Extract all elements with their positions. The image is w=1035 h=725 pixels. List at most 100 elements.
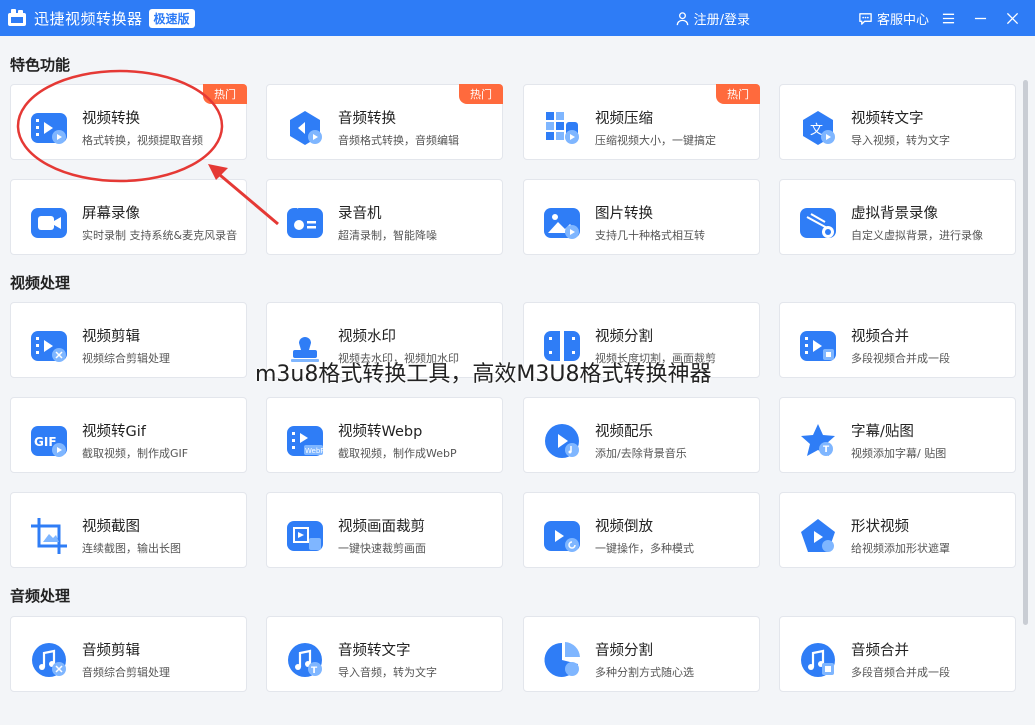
feature-card[interactable]: 音频分割多种分割方式随心选 [523,616,760,692]
feature-card-desc: 一键快速裁剪画面 [338,542,426,555]
feature-card[interactable]: 音频合并多段音频合并成一段 [779,616,1016,692]
feature-card-name: 音频合并 [851,643,909,659]
feature-card-name: 视频转Webp [338,424,423,440]
feature-card[interactable]: 文 视频转文字导入视频，转为文字 [779,84,1016,160]
recorder-icon [285,203,325,243]
feature-card-name: 录音机 [338,206,382,222]
hamburger-icon [942,13,954,23]
feature-card-name: 图片转换 [595,206,653,222]
feature-card[interactable]: GIF 视频转Gif 截取视频，制作成GIF [10,397,247,473]
hot-badge: 热门 [203,84,247,104]
feature-card[interactable]: 音频剪辑 音频综合剪辑处理 [10,616,247,692]
feature-card[interactable]: T 音频转文字导入音频，转为文字 [266,616,503,692]
feature-card[interactable]: 音频转换 音频格式转换，音频编辑 热门 [266,84,503,160]
close-button[interactable] [1001,7,1023,29]
image-convert-icon [542,203,582,243]
feature-card-name: 视频截图 [82,519,140,535]
feature-card-name: 视频转Gif [82,424,146,440]
video-merge-icon [798,326,838,366]
close-icon [1006,12,1018,24]
section-title-audio: 音频处理 [10,587,71,605]
feature-card-desc: 截取视频，制作成GIF [82,447,189,460]
chat-icon [859,12,872,25]
feature-card-name: 屏幕录像 [82,206,140,222]
feature-card[interactable]: 视频画面裁剪 一键快速裁剪画面 [266,492,503,568]
feature-card[interactable]: 视频倒放一键操作，多种模式 [523,492,760,568]
login-button[interactable]: 注册/登录 [675,9,750,28]
feature-card[interactable]: T 字幕/贴图 视频添加字幕/ 贴图 [779,397,1016,473]
audio-edit-icon [29,640,69,680]
feature-card-name: 视频剪辑 [82,329,140,345]
app-title: 迅捷视频转换器 [34,9,143,28]
feature-card[interactable]: 视频转换格式转换，视频提取音频 热门 [10,84,247,160]
video-compress-icon [542,108,582,148]
feature-card[interactable]: 形状视频 给视频添加形状遮罩 [779,492,1016,568]
feature-card-desc: 视频添加字幕/ 贴图 [851,447,947,460]
video-edit-icon [29,326,69,366]
feature-card[interactable]: 视频压缩压缩视频大小，一键搞定 热门 [523,84,760,160]
feature-card-name: 音频转换 [338,111,396,127]
minimize-icon [974,17,986,19]
feature-card-desc: 压缩视频大小，一键搞定 [595,134,716,147]
feature-card-desc: 音频综合剪辑处理 [82,666,170,679]
feature-card-name: 视频倒放 [595,519,653,535]
feature-card-desc: 多种分割方式随心选 [595,666,694,679]
feature-card-name: 虚拟背景录像 [851,206,938,222]
shape-video-icon [798,516,838,556]
hot-badge: 热门 [716,84,760,104]
hot-badge: 热门 [459,84,503,104]
feature-card-name: 视频配乐 [595,424,653,440]
feature-card[interactable]: 屏幕录像实时录制 支持系统&麦克风录音 [10,179,247,255]
feature-card-desc: 一键操作，多种模式 [595,542,694,555]
feature-card[interactable]: 视频配乐添加/去除背景音乐 [523,397,760,473]
edition-badge: 极速版 [148,8,195,28]
section-title-video: 视频处理 [10,274,71,292]
feature-card-desc: 支持几十种格式相互转 [595,229,705,242]
video-crop-icon [285,516,325,556]
minimize-button[interactable] [969,7,991,29]
scrollbar[interactable] [1023,80,1028,625]
feature-card[interactable]: 虚拟背景录像 自定义虚拟背景，进行录像 [779,179,1016,255]
feature-card[interactable]: WebP 视频转Webp 截取视频，制作成WebP [266,397,503,473]
svg-text:文: 文 [810,123,823,138]
video-to-gif-icon: GIF [29,421,69,461]
feature-card-name: 音频分割 [595,643,653,659]
customer-service-button[interactable]: 客服中心 [858,9,929,28]
video-to-webp-icon: WebP [285,421,325,461]
feature-card-desc: 添加/去除背景音乐 [595,447,687,460]
login-label: 注册/登录 [693,12,750,28]
screen-record-icon [29,203,69,243]
feature-card-desc: 连续截图，输出长图 [82,542,181,555]
feature-card-name: 视频压缩 [595,111,653,127]
feature-card-desc: 导入视频，转为文字 [851,134,950,147]
app-logo-icon [6,7,28,29]
feature-card[interactable]: 视频合并 多段视频合并成一段 [779,302,1016,378]
audio-to-text-icon: T [285,640,325,680]
video-music-icon [542,421,582,461]
feature-card-name: 视频转换 [82,111,140,127]
feature-card-desc: 实时录制 支持系统&麦克风录音 [82,229,238,242]
video-convert-icon [29,108,69,148]
feature-card-desc: 视频综合剪辑处理 [82,352,170,365]
virtual-bg-icon [798,203,838,243]
section-title-featured: 特色功能 [10,56,71,74]
feature-card-desc: 多段音频合并成一段 [851,666,950,679]
feature-card-desc: 导入音频，转为文字 [338,666,437,679]
feature-card-name: 视频水印 [338,329,396,345]
feature-card[interactable]: 视频剪辑视频综合剪辑处理 [10,302,247,378]
video-reverse-icon [542,516,582,556]
feature-card-name: 视频合并 [851,329,909,345]
feature-card-desc: 格式转换，视频提取音频 [82,134,203,147]
audio-split-icon [542,640,582,680]
feature-card-name: 视频转文字 [851,111,924,127]
subtitle-sticker-icon: T [798,421,838,461]
feature-card-desc: 截取视频，制作成WebP [338,447,457,460]
feature-card[interactable]: 图片转换支持几十种格式相互转 [523,179,760,255]
menu-button[interactable] [937,7,959,29]
audio-convert-icon [285,108,325,148]
feature-card[interactable]: 录音机 超清录制，智能降噪 [266,179,503,255]
feature-card-name: 音频转文字 [338,643,411,659]
video-screenshot-icon [29,516,69,556]
feature-card[interactable]: 视频截图连续截图，输出长图 [10,492,247,568]
feature-card-name: 形状视频 [851,519,909,535]
